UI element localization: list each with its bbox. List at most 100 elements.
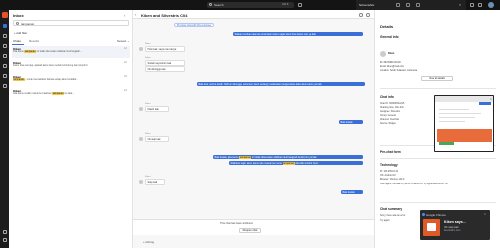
add-filter-button[interactable]: + Add filter	[12, 30, 34, 35]
preview-badge	[439, 142, 454, 145]
sort-dropdown[interactable]: Newest ⌄	[117, 39, 129, 43]
conversation-item[interactable]: Kiken 1d Jika kamu tampanan ini tidak di…	[12, 46, 130, 58]
message-sender: Kiken	[145, 133, 151, 135]
edit-icon[interactable]	[406, 3, 410, 7]
tab-results[interactable]: Results	[29, 39, 39, 43]
contact-avatar	[380, 51, 386, 57]
reports-icon[interactable]	[2, 64, 7, 68]
screenshot-notification: Screenshot ×	[356, 0, 466, 10]
tech-row: OS: Android 10	[380, 175, 396, 177]
screenshot-preview[interactable]: ×	[434, 95, 494, 152]
customer-avatar	[139, 137, 143, 141]
archives-icon[interactable]	[2, 44, 7, 48]
message-bubble: Halo kak, saya mau tanya	[145, 46, 185, 53]
preview-line	[439, 113, 481, 115]
general-row: ID: 8E7A9BC10C1D	[380, 62, 401, 64]
close-icon[interactable]: ×	[484, 212, 486, 216]
message-sender: Kiken	[145, 43, 151, 45]
profile-icon[interactable]	[2, 238, 7, 242]
contact-name: Kiken	[388, 53, 395, 55]
message-bubble: Ok ditunggu kak	[145, 66, 185, 73]
team-icon[interactable]	[2, 54, 7, 58]
archived-banner: This chat has been archived. Reopen chat	[133, 219, 374, 235]
preview-line	[439, 109, 469, 111]
message-bubble: Masih kak	[145, 106, 169, 113]
chats-icon[interactable]	[2, 24, 7, 28]
prechat-heading: Pre-chat form	[380, 150, 401, 154]
more-icon[interactable]	[366, 13, 370, 17]
preview-banner	[437, 129, 492, 142]
message-bubble: Baik kak, terima kasih. Mohon ditunggu s…	[197, 82, 365, 87]
chat-row: Assignee: Silvestris	[380, 111, 400, 113]
preview-line	[439, 117, 475, 119]
technology-heading: Technology	[380, 163, 398, 167]
tech-row: Browser: Chrome 120.0	[380, 179, 405, 181]
conversation-snippet: Jika kamu tampanan ini tidak ditemukan s…	[13, 50, 82, 53]
left-rail	[0, 10, 9, 248]
add-tag-button[interactable]: + Add tag	[143, 241, 154, 244]
save-icon[interactable]	[416, 3, 420, 7]
message-sender: Kiken	[145, 176, 151, 178]
general-row: Email: kiken@mail.com	[380, 66, 404, 68]
preview-button-shape	[479, 102, 491, 105]
preview-line	[439, 121, 465, 123]
news-icon[interactable]	[2, 230, 7, 234]
inbox-title: Inbox	[13, 13, 24, 18]
contacts-icon[interactable]	[2, 34, 7, 38]
previous-chat-pill[interactable]: Previous chat with this customer	[174, 22, 215, 27]
message-bubble: Baik kakak	[341, 190, 363, 195]
conversation-item[interactable]: Kiken 3d tampanan - untuk memastikan bah…	[12, 74, 130, 86]
marketplace-icon[interactable]	[2, 74, 7, 78]
back-arrow-icon[interactable]: ‹	[135, 12, 136, 17]
tech-row: User agent: Mozilla/5.0 (Linux; Android …	[380, 183, 448, 185]
message-bubble: Silakan berikan alamat email akun kamu a…	[233, 32, 363, 37]
chat-row: Chat ID: S6OMKRLLN5	[380, 103, 405, 105]
view-all-details-button[interactable]: View all details	[421, 76, 453, 81]
notification-close[interactable]: ×	[459, 3, 461, 7]
chat-bubble-icon	[427, 223, 436, 231]
chat-row: Channel: LiveChat	[380, 119, 399, 121]
bell-icon[interactable]	[478, 3, 482, 7]
collapse-icon[interactable]: ‹	[124, 13, 125, 18]
copy-icon[interactable]	[396, 3, 400, 7]
toast-source: livechatinc.com	[444, 229, 461, 232]
conversation-item[interactable]: Kiken 4d Jika kamu sudah masuk ke halama…	[12, 88, 130, 100]
chat-info-heading: Chat info	[380, 95, 394, 99]
chat-row: Source: Widget	[380, 123, 396, 125]
search-icon	[209, 3, 212, 6]
search-icon	[15, 22, 19, 26]
reopen-chat-button[interactable]: Reopen chat	[239, 228, 261, 233]
message-bubble: Ok siap kak	[145, 136, 169, 143]
settings-icon[interactable]	[2, 84, 7, 88]
archived-text: This chat has been archived.	[220, 222, 254, 225]
customer-avatar	[139, 47, 143, 51]
global-search-placeholder: Search	[214, 3, 224, 8]
message-bubble: Baik kakak, jika kamu tampanan ini tidak…	[213, 155, 363, 160]
inbox-search-input[interactable]: tampanan	[13, 20, 129, 26]
chrome-notification-toast[interactable]: Google Chrome × Kiken says... Ok siap ka…	[420, 210, 490, 240]
try-again-link[interactable]: Try again	[380, 220, 390, 222]
inbox-panel: Inbox ‹ tampanan + Add filter Chats Resu…	[9, 10, 133, 248]
app-logo-icon	[1, 12, 8, 18]
star-icon[interactable]	[359, 13, 363, 17]
chat-summary-heading: Chat summary	[380, 207, 403, 211]
app-window: Search Ctrl K Screenshot × Inbox ‹ tampa	[0, 0, 500, 248]
summary-text: Sorry, there was an error.	[380, 215, 406, 217]
message-bubble: Silahkan login akun kamu lalu masuk ke m…	[229, 161, 363, 166]
chat-header: ‹ Kiken and Silvestris C04	[133, 10, 374, 19]
help-icon[interactable]	[298, 3, 302, 7]
conversation-item[interactable]: Kiken 2d Kamu bisa cek lagi, apakah akun…	[12, 60, 130, 72]
conversation-snippet: Jika kamu sudah masuk ke halaman tampana…	[13, 92, 75, 95]
apps-icon[interactable]	[470, 3, 474, 7]
message-bubble: Baik kakak	[339, 120, 363, 125]
user-avatar[interactable]	[488, 2, 494, 8]
toast-app-icon	[423, 219, 440, 236]
tab-underline	[12, 43, 24, 45]
chat-row: Chatting time: 19m 23s	[380, 107, 404, 109]
tab-chats[interactable]: Chats	[13, 39, 21, 43]
details-title: Details	[380, 24, 394, 29]
global-search[interactable]: Search Ctrl K	[207, 2, 294, 8]
chat-row: Group: General	[380, 115, 396, 117]
close-icon[interactable]: ×	[490, 97, 492, 101]
toast-title: Kiken says...	[444, 220, 466, 224]
